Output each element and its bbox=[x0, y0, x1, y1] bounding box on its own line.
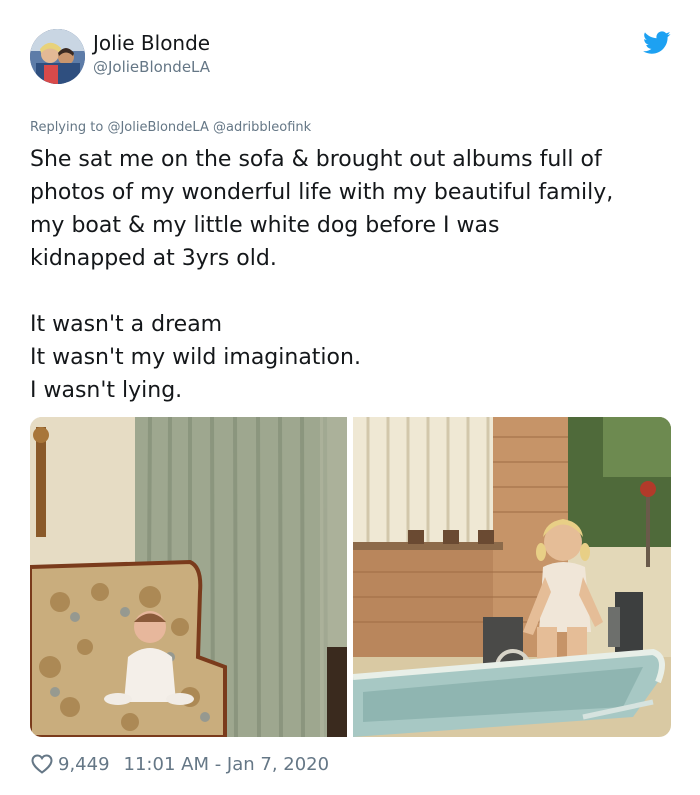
tweet-line: She sat me on the sofa & brought out alb… bbox=[30, 147, 602, 172]
tweet-header: Jolie Blonde @JolieBlondeLA bbox=[30, 29, 675, 87]
tweet-media bbox=[30, 417, 671, 737]
replying-to-mentions[interactable]: @JolieBlondeLA @adribbleofink bbox=[107, 120, 311, 135]
photo-toddler-in-armchair[interactable] bbox=[30, 417, 347, 737]
user-handle[interactable]: @JolieBlondeLA bbox=[93, 58, 210, 76]
photo-toddler-on-boat[interactable] bbox=[353, 417, 671, 737]
replying-to-label: Replying to bbox=[30, 120, 104, 135]
replying-to: Replying to @JolieBlondeLA @adribbleofin… bbox=[30, 120, 311, 135]
tweet-timestamp[interactable]: 11:01 AM - Jan 7, 2020 bbox=[124, 754, 330, 775]
heart-icon[interactable] bbox=[30, 752, 54, 776]
tweet-line: photos of my wonderful life with my beau… bbox=[30, 180, 614, 205]
tweet-footer: 9,449 11:01 AM - Jan 7, 2020 bbox=[30, 751, 329, 777]
avatar[interactable] bbox=[30, 29, 85, 84]
tweet-line: my boat & my little white dog before I w… bbox=[30, 213, 500, 238]
like-count[interactable]: 9,449 bbox=[58, 754, 110, 775]
tweet-line: It wasn't a dream bbox=[30, 312, 223, 337]
tweet-line: It wasn't my wild imagination. bbox=[30, 345, 361, 370]
tweet-line: I wasn't lying. bbox=[30, 378, 183, 403]
tweet-text: She sat me on the sofa & brought out alb… bbox=[30, 143, 675, 407]
tweet-line: kidnapped at 3yrs old. bbox=[30, 246, 277, 271]
twitter-bird-icon[interactable] bbox=[643, 31, 671, 55]
display-name[interactable]: Jolie Blonde bbox=[93, 31, 210, 55]
